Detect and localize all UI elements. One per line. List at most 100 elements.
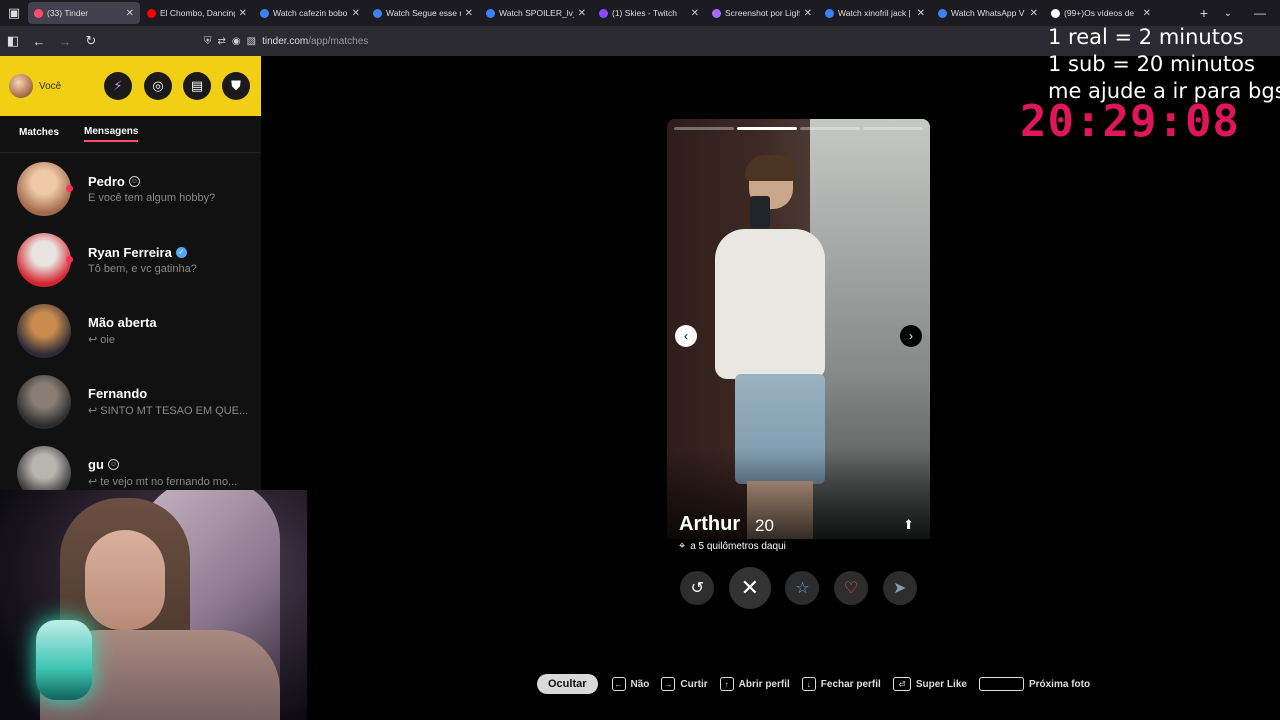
sidebar-header: Você ⚡ ◎ ▤ ⛊ bbox=[0, 56, 261, 116]
address-bar[interactable]: ⛨ ⇄ ◉ ▧ tinder.com/app/matches bbox=[204, 26, 368, 56]
send-message-button[interactable]: ➤ bbox=[882, 571, 917, 605]
tab-messages[interactable]: Mensagens bbox=[84, 126, 139, 142]
location-pin-icon: ⌖ bbox=[679, 540, 686, 552]
close-tab-icon[interactable]: ✕ bbox=[1030, 8, 1038, 19]
conversation-item[interactable]: Mão aberta ↩ oie bbox=[0, 295, 261, 366]
list-all-tabs-icon[interactable]: ⌄ bbox=[1216, 8, 1240, 19]
reload-button[interactable]: ↻ bbox=[78, 26, 104, 56]
back-button[interactable]: ← bbox=[26, 26, 52, 56]
next-photo-button[interactable]: › bbox=[900, 325, 922, 347]
browser-tab[interactable]: Watch xinofril jack | ✕ bbox=[819, 2, 931, 24]
hide-shortcuts-button[interactable]: Ocultar bbox=[537, 674, 598, 694]
contact-avatar[interactable] bbox=[17, 232, 71, 287]
browser-tab[interactable]: Watch WhatsApp V ✕ bbox=[932, 2, 1044, 24]
favicon-icon bbox=[825, 8, 834, 18]
like-button[interactable]: ♡ bbox=[834, 571, 869, 605]
browser-tab[interactable]: Watch SPOILER_lv_G ✕ bbox=[480, 2, 592, 24]
contact-avatar[interactable] bbox=[17, 161, 71, 216]
tab-list-icon[interactable]: ▣ bbox=[0, 0, 28, 26]
profile-age: 20 bbox=[755, 516, 774, 535]
key-icon: ⏎ bbox=[892, 677, 911, 691]
person-shirt bbox=[715, 229, 825, 379]
photo-indicator[interactable] bbox=[863, 127, 923, 130]
location-icon[interactable]: ◉ bbox=[232, 36, 241, 47]
close-tab-icon[interactable]: ✕ bbox=[239, 8, 247, 19]
conversation-item[interactable]: Pedro ☺ E você tem algum hobby? bbox=[0, 153, 261, 224]
message-preview: E você tem algum hobby? bbox=[88, 191, 216, 204]
my-profile-label[interactable]: Você bbox=[39, 81, 61, 92]
browser-tab[interactable]: Screenshot por Ligh ✕ bbox=[706, 2, 818, 24]
minimize-window-button[interactable]: — bbox=[1240, 6, 1280, 20]
boost-icon[interactable]: ⚡ bbox=[104, 72, 132, 100]
browser-tab[interactable]: El Chombo, Dancing ✕ bbox=[141, 2, 253, 24]
profile-card[interactable]: ‹ › Arthur 20 ⌖ a 5 quilômetros daqui ⬆ … bbox=[667, 119, 930, 609]
shortcut-label: Abrir perfil bbox=[738, 678, 790, 690]
conversation-item[interactable]: Ryan Ferreira ✓ Tô bem, e vc gatinha? bbox=[0, 224, 261, 295]
close-tab-icon[interactable]: ✕ bbox=[917, 8, 925, 19]
profile-photo[interactable]: ‹ › bbox=[667, 119, 930, 539]
streamer-face bbox=[85, 530, 165, 630]
contact-name-text: Pedro bbox=[88, 173, 125, 189]
browser-tab[interactable]: Watch cafezin bobo ✕ bbox=[254, 2, 366, 24]
camera-icon[interactable]: ▧ bbox=[247, 36, 256, 47]
message-list: Pedro ☺ E você tem algum hobby? Ryan Ferrei… bbox=[0, 153, 261, 508]
browser-tab[interactable]: (1) Skies - Twitch ✕ bbox=[593, 2, 705, 24]
my-avatar[interactable] bbox=[9, 74, 33, 98]
photo-indicator[interactable] bbox=[674, 127, 734, 130]
close-tab-icon[interactable]: ✕ bbox=[1143, 8, 1151, 19]
shield-icon[interactable]: ⛨ bbox=[204, 36, 212, 47]
contact-avatar[interactable] bbox=[17, 374, 71, 429]
message-preview: ↩ te vejo mt no fernando mo... bbox=[88, 476, 238, 488]
conversation-item[interactable]: Fernando ↩ SINTO MT TESAO EM QUE... bbox=[0, 366, 261, 437]
explore-compass-icon[interactable]: ◎ bbox=[144, 72, 172, 100]
forward-button[interactable]: → bbox=[52, 26, 78, 56]
briefcase-icon[interactable]: ▤ bbox=[183, 72, 211, 100]
close-tab-icon[interactable]: ✕ bbox=[691, 8, 699, 19]
browser-tab[interactable]: (99+)Os vídeos de ✕ bbox=[1045, 2, 1157, 24]
tab-matches[interactable]: Matches bbox=[19, 127, 59, 141]
close-tab-icon[interactable]: ✕ bbox=[465, 8, 473, 19]
shortcut-hint: ↓ Fechar perfil bbox=[801, 677, 881, 691]
message-preview: ↩ SINTO MT TESAO EM QUE... bbox=[88, 405, 249, 417]
new-tab-button[interactable]: + bbox=[1192, 5, 1216, 21]
key-icon: ↑ bbox=[719, 677, 734, 691]
close-tab-icon[interactable]: ✕ bbox=[352, 8, 360, 19]
conversation-text: Mão aberta ↩ oie bbox=[88, 315, 157, 346]
unread-dot bbox=[66, 185, 73, 192]
close-tab-icon[interactable]: ✕ bbox=[578, 8, 586, 19]
open-profile-arrow-icon[interactable]: ⬆ bbox=[903, 517, 914, 533]
key-icon: ← bbox=[611, 677, 626, 691]
shortcut-label: Super Like bbox=[915, 678, 967, 690]
photo-indicator[interactable] bbox=[800, 127, 860, 130]
permissions-icon[interactable]: ⇄ bbox=[218, 36, 226, 47]
photo-indicator[interactable] bbox=[737, 127, 797, 130]
previous-photo-button[interactable]: ‹ bbox=[675, 325, 697, 347]
tab-title: (99+)Os vídeos de bbox=[1064, 8, 1135, 18]
contact-avatar[interactable] bbox=[17, 303, 71, 358]
tab-title: El Chombo, Dancing bbox=[160, 8, 235, 18]
safety-shield-icon[interactable]: ⛊ bbox=[222, 72, 250, 100]
key-icon: ↓ bbox=[801, 677, 816, 691]
favicon-icon bbox=[260, 8, 269, 18]
rewind-button[interactable]: ↺ bbox=[680, 571, 715, 605]
favicon-icon bbox=[712, 8, 721, 18]
contact-name-text: gu bbox=[88, 457, 104, 472]
smile-badge-icon: ☺ bbox=[107, 459, 119, 470]
profile-name: Arthur bbox=[679, 513, 741, 535]
super-like-button[interactable]: ☆ bbox=[785, 571, 820, 605]
close-tab-icon[interactable]: ✕ bbox=[804, 8, 812, 19]
shortcut-label: Não bbox=[630, 678, 650, 690]
nope-button[interactable]: ✕ bbox=[728, 567, 771, 609]
sidebar-toggle-icon[interactable]: ◧ bbox=[0, 26, 26, 56]
browser-tab[interactable]: (33) Tinder ✕ bbox=[28, 2, 140, 24]
favicon-icon bbox=[373, 8, 382, 18]
shortcut-label: Fechar perfil bbox=[820, 678, 881, 690]
contact-name: Fernando bbox=[88, 386, 248, 401]
browser-tab[interactable]: Watch Segue esse n ✕ bbox=[367, 2, 479, 24]
close-tab-icon[interactable]: ✕ bbox=[126, 8, 134, 19]
url-text[interactable]: tinder.com/app/matches bbox=[262, 36, 368, 47]
keyboard-shortcuts-bar: Ocultar ← Não → Curtir ↑ Abrir perfil ↓ Fechar … bbox=[537, 673, 1102, 695]
contact-name-text: Ryan Ferreira bbox=[88, 244, 172, 260]
favicon-icon bbox=[34, 8, 43, 18]
phone bbox=[750, 196, 770, 228]
